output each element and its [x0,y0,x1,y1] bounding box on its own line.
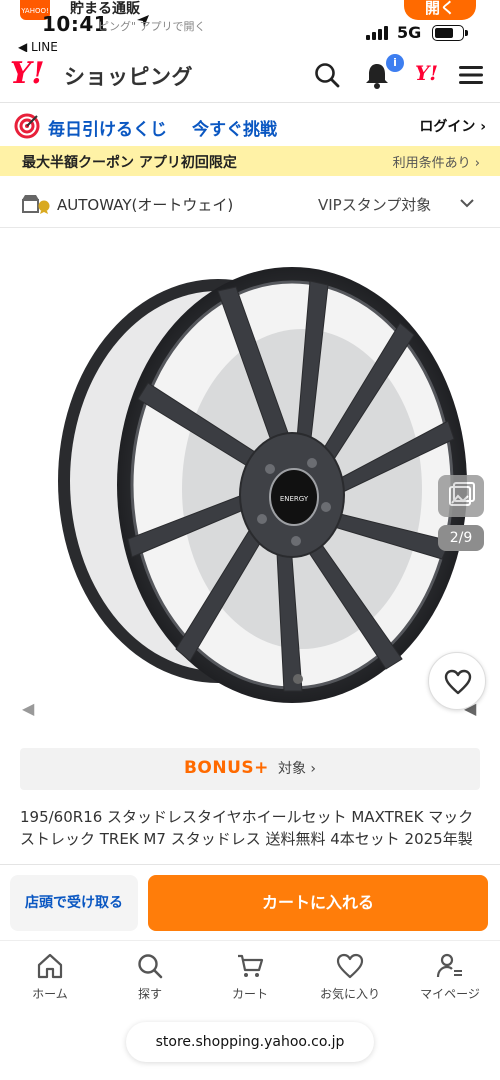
store-name[interactable]: AUTOWAY(オートウェイ) [57,194,233,215]
battery-icon [432,25,468,41]
notification-badge: i [386,54,404,72]
bonus-target-label: 対象 › [277,761,317,777]
lottery-cta[interactable]: 今すぐ挑戦 [192,115,277,140]
chevron-down-icon[interactable] [458,194,476,212]
product-wheel-image: ENERGY [58,267,467,703]
hamburger-menu-icon[interactable] [456,60,486,90]
coupon-text: 最大半額クーポン アプリ初回限定 [22,155,237,171]
nav-item-home[interactable]: ホーム [0,941,100,1010]
url-field[interactable]: store.shopping.yahoo.co.jp [126,1022,374,1062]
user-icon [436,953,462,978]
product-title: 195/60R16 スタッドレスタイヤホイールセット MAXTREK マックスト… [20,808,474,848]
add-to-cart-button[interactable]: カートに入れる [148,875,488,931]
target-icon [14,113,40,139]
product-gallery[interactable]: ENERGY 2/9 ◀ ◀ [0,229,500,739]
lottery-label: 毎日引けるくじ [48,120,167,140]
signal-icon [366,26,388,40]
home-icon [37,953,63,979]
nav-home-label: ホーム [32,987,68,1001]
network-type: 5G [397,23,422,42]
bonus-plus-banner[interactable]: BONUS+ 対象 › [20,748,480,790]
search-icon [138,954,163,979]
nav-item-mypage[interactable]: マイページ [400,941,500,1010]
nav-search-label: 探す [137,987,162,1001]
purchase-action-bar: 店頭で受け取る カートに入れる [0,864,500,940]
coupon-banner[interactable]: 最大半額クーポン アプリ初回限定 利用条件あり › [0,146,500,176]
vip-stamp-label: VIPスタンプ対象 [318,196,432,214]
status-bar: YAHOO! 貯まる通販 10:41 ピング" アプリで開く 開く 5G ◀ L… [0,0,500,54]
nav-cart-label: カート [231,987,268,1001]
yahoo-top-link[interactable]: Y! [415,61,438,85]
cart-icon [238,954,264,977]
shopping-logo-text[interactable]: ショッピング [64,61,193,91]
nav-mypage-label: マイページ [420,987,480,1001]
nav-favorites-label: お気に入り [319,987,380,1001]
store-row[interactable]: AUTOWAY(オートウェイ) VIPスタンプ対象 [0,178,500,228]
coupon-terms-link[interactable]: 利用条件あり › [393,152,480,171]
image-counter: 2/9 [438,525,484,551]
nav-item-cart[interactable]: カート [200,941,300,1010]
gallery-view-button[interactable] [438,475,484,517]
login-link[interactable]: ログイン › [419,116,486,136]
app-open-hint: ピング" アプリで開く [98,20,206,33]
store-pickup-button[interactable]: 店頭で受け取る [10,875,138,931]
gallery-icon [449,482,475,506]
browser-url-bar: store.shopping.yahoo.co.jp [0,1010,500,1080]
favorite-button[interactable] [428,652,486,710]
open-in-app-button[interactable]: 開く [404,0,476,20]
site-header: Y! ショッピング Y! [0,52,500,98]
heart-icon [336,953,364,979]
store-icon [22,195,50,214]
hub-cap-label: ENERGY [280,495,309,503]
nav-item-favorites[interactable]: お気に入り [300,941,400,1010]
nav-item-search[interactable]: 探す [100,941,200,1010]
yahoo-logo[interactable]: Y! [10,56,45,91]
lottery-banner[interactable]: 毎日引けるくじ 今すぐ挑戦 ログイン › [0,102,500,146]
prev-image-arrow-icon[interactable]: ◀ [22,699,34,718]
search-icon[interactable] [312,60,342,90]
bottom-nav: ホーム 探す カート お気に入り マイページ [0,940,500,1010]
heart-icon [444,669,472,695]
bonus-plus-logo: BONUS+ [183,758,269,778]
